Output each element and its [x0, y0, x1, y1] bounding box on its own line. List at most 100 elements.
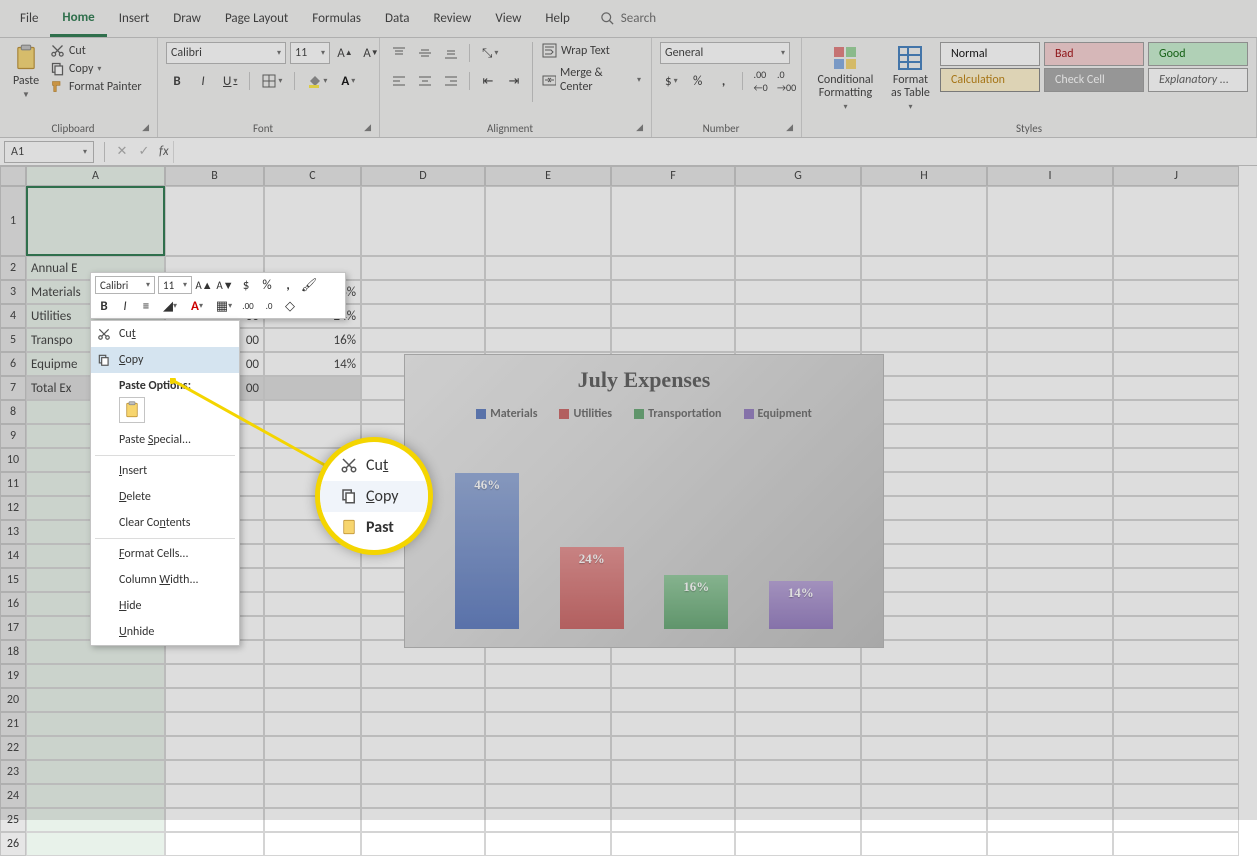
cell-E19[interactable]: [485, 664, 611, 688]
paste-button[interactable]: Paste ▼: [8, 42, 44, 102]
ctxt-paste-option-default[interactable]: [119, 397, 145, 423]
cell-G1[interactable]: [735, 186, 861, 256]
shrink-font-button[interactable]: A▼: [360, 42, 382, 64]
cell-I16[interactable]: [987, 592, 1113, 616]
select-all-corner[interactable]: [0, 166, 26, 186]
align-left-button[interactable]: [388, 70, 410, 92]
cell-J26[interactable]: [1113, 832, 1239, 856]
mini-clear[interactable]: ◇: [281, 297, 299, 315]
cell-D20[interactable]: [361, 688, 485, 712]
cell-J2[interactable]: [1113, 256, 1239, 280]
cell-E2[interactable]: [485, 256, 611, 280]
column-header-D[interactable]: D: [361, 166, 485, 186]
cell-J9[interactable]: [1113, 424, 1239, 448]
cell-I20[interactable]: [987, 688, 1113, 712]
font-size-select[interactable]: 11▾: [290, 42, 330, 64]
cell-J3[interactable]: [1113, 280, 1239, 304]
embedded-chart[interactable]: July Expenses Materials Utilities Transp…: [404, 354, 884, 648]
cell-H3[interactable]: [861, 280, 987, 304]
row-header-14[interactable]: 14: [0, 544, 26, 568]
ctxt-clear-contents[interactable]: Clear Contents: [91, 510, 239, 536]
dialog-launcher-icon[interactable]: ◢: [142, 122, 149, 133]
copy-button[interactable]: Copy▾: [48, 60, 144, 77]
align-top-button[interactable]: [388, 42, 410, 64]
cell-J8[interactable]: [1113, 400, 1239, 424]
cell-F24[interactable]: [611, 784, 735, 808]
row-header-18[interactable]: 18: [0, 640, 26, 664]
row-header-7[interactable]: 7: [0, 376, 26, 400]
align-middle-button[interactable]: [414, 42, 436, 64]
cell-I5[interactable]: [987, 328, 1113, 352]
cell-A22[interactable]: [26, 736, 165, 760]
mini-percent[interactable]: %: [258, 276, 276, 294]
column-header-H[interactable]: H: [861, 166, 987, 186]
row-header-2[interactable]: 2: [0, 256, 26, 280]
row-header-17[interactable]: 17: [0, 616, 26, 640]
merge-center-button[interactable]: Merge & Center▾: [540, 65, 643, 95]
row-header-4[interactable]: 4: [0, 304, 26, 328]
cell-I24[interactable]: [987, 784, 1113, 808]
row-header-12[interactable]: 12: [0, 496, 26, 520]
cell-B25[interactable]: [165, 808, 264, 832]
row-header-11[interactable]: 11: [0, 472, 26, 496]
tell-me-search[interactable]: Search: [600, 11, 656, 26]
cell-I19[interactable]: [987, 664, 1113, 688]
mini-italic[interactable]: I: [116, 297, 134, 315]
decrease-decimal-button[interactable]: .0→00: [776, 70, 798, 92]
cell-F21[interactable]: [611, 712, 735, 736]
ctxt-insert[interactable]: Insert: [91, 458, 239, 484]
cell-I22[interactable]: [987, 736, 1113, 760]
cell-F22[interactable]: [611, 736, 735, 760]
orientation-button[interactable]: ⤡▾: [477, 42, 503, 64]
cell-C24[interactable]: [264, 784, 361, 808]
cell-J16[interactable]: [1113, 592, 1239, 616]
cell-C23[interactable]: [264, 760, 361, 784]
mini-font-color[interactable]: A▾: [185, 297, 209, 315]
cell-A25[interactable]: [26, 808, 165, 832]
cell-E25[interactable]: [485, 808, 611, 832]
cell-D25[interactable]: [361, 808, 485, 832]
mini-comma[interactable]: ,: [279, 276, 297, 294]
cell-J12[interactable]: [1113, 496, 1239, 520]
cell-C26[interactable]: [264, 832, 361, 856]
row-header-6[interactable]: 6: [0, 352, 26, 376]
dialog-launcher-icon[interactable]: ◢: [786, 122, 793, 133]
cell-G2[interactable]: [735, 256, 861, 280]
cell-D3[interactable]: [361, 280, 485, 304]
column-header-J[interactable]: J: [1113, 166, 1239, 186]
cell-C21[interactable]: [264, 712, 361, 736]
cell-E1[interactable]: [485, 186, 611, 256]
cell-D26[interactable]: [361, 832, 485, 856]
cell-C15[interactable]: [264, 568, 361, 592]
cell-J19[interactable]: [1113, 664, 1239, 688]
cell-H21[interactable]: [861, 712, 987, 736]
column-header-G[interactable]: G: [735, 166, 861, 186]
cell-H19[interactable]: [861, 664, 987, 688]
row-header-5[interactable]: 5: [0, 328, 26, 352]
cell-J17[interactable]: [1113, 616, 1239, 640]
cell-H23[interactable]: [861, 760, 987, 784]
column-header-F[interactable]: F: [611, 166, 735, 186]
cell-I10[interactable]: [987, 448, 1113, 472]
number-format-select[interactable]: General▾: [660, 42, 790, 64]
mini-grow-font[interactable]: A▲: [195, 276, 213, 294]
cell-G5[interactable]: [735, 328, 861, 352]
column-header-E[interactable]: E: [485, 166, 611, 186]
cell-I4[interactable]: [987, 304, 1113, 328]
cell-D19[interactable]: [361, 664, 485, 688]
cell-C22[interactable]: [264, 736, 361, 760]
cell-J1[interactable]: [1113, 186, 1239, 256]
style-calculation[interactable]: Calculation: [940, 68, 1040, 92]
cell-H26[interactable]: [861, 832, 987, 856]
cell-C7[interactable]: [264, 376, 361, 400]
cell-E23[interactable]: [485, 760, 611, 784]
cell-E5[interactable]: [485, 328, 611, 352]
format-painter-button[interactable]: Format Painter: [48, 78, 144, 95]
cell-H22[interactable]: [861, 736, 987, 760]
ctxt-cut[interactable]: Cut: [91, 321, 239, 347]
cell-D21[interactable]: [361, 712, 485, 736]
tab-help[interactable]: Help: [533, 2, 581, 35]
cell-F2[interactable]: [611, 256, 735, 280]
cell-I17[interactable]: [987, 616, 1113, 640]
cell-I23[interactable]: [987, 760, 1113, 784]
